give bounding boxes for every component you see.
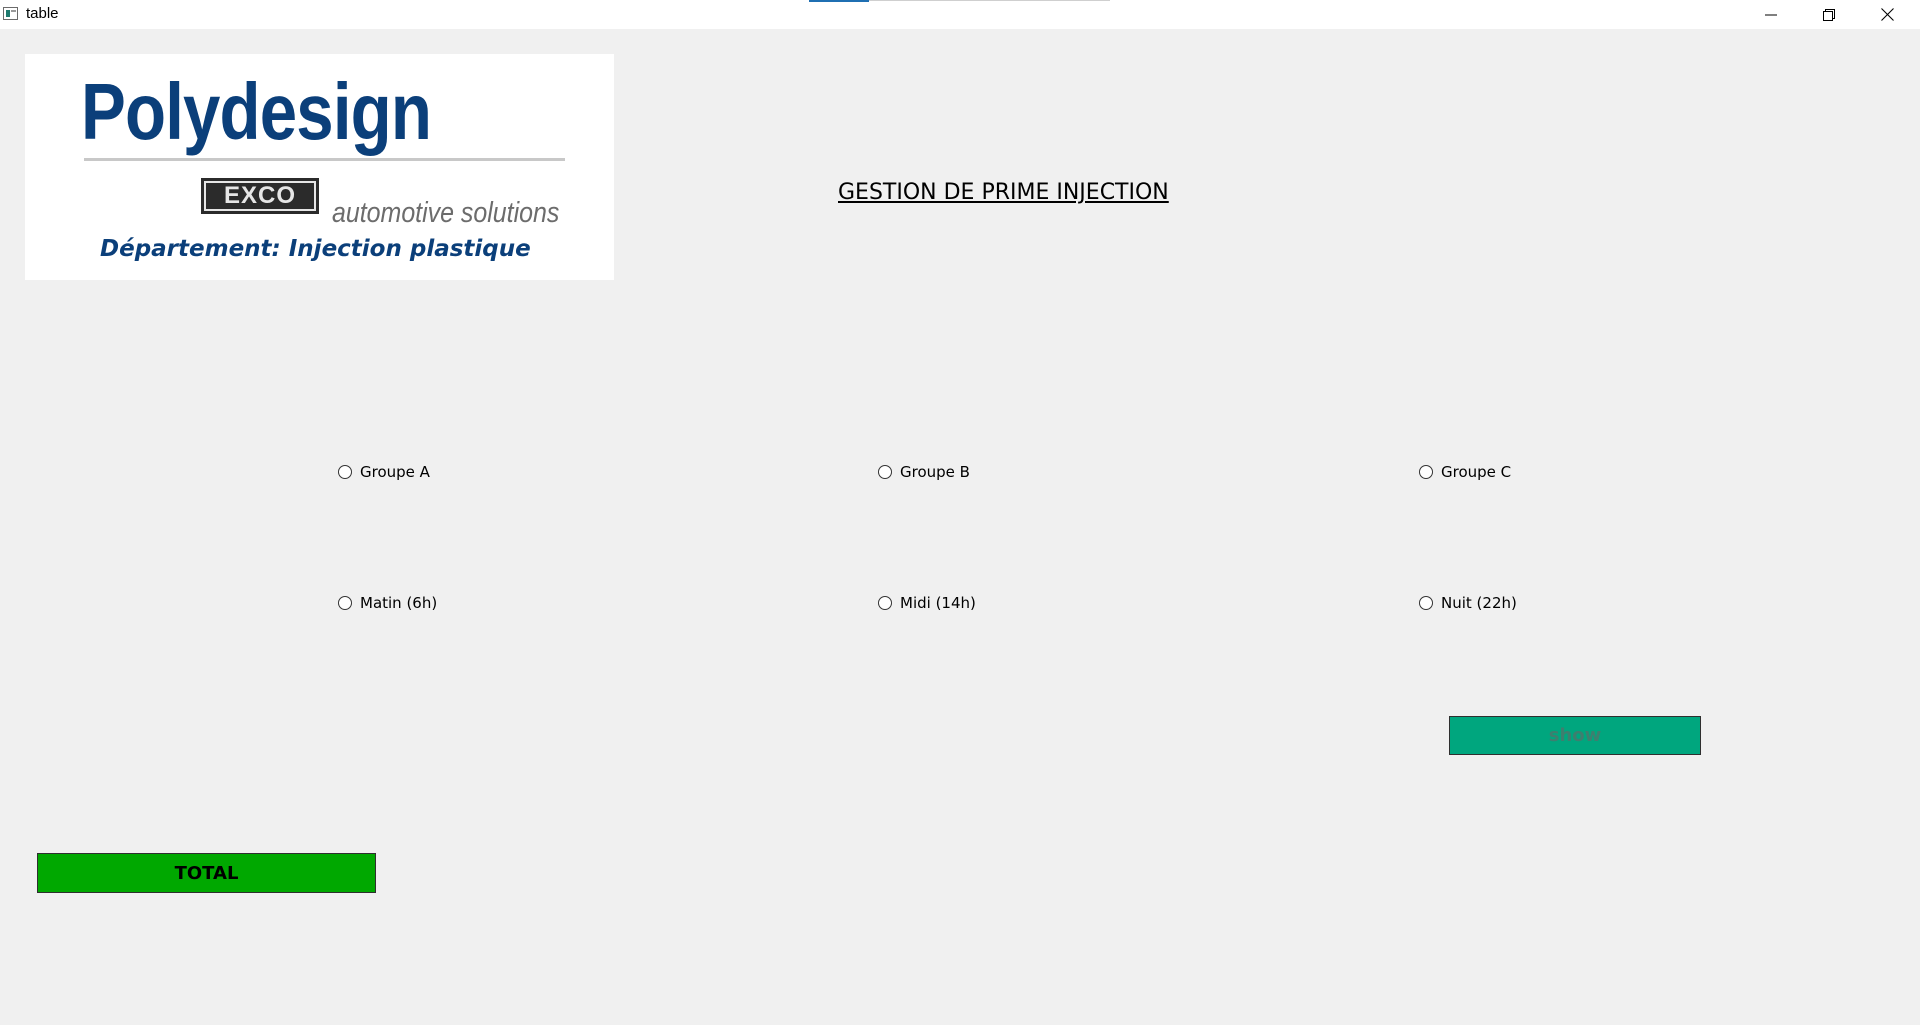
title-bar: table xyxy=(0,0,1920,29)
exco-badge: EXCO xyxy=(201,178,319,214)
close-icon xyxy=(1880,8,1894,21)
show-button[interactable]: show xyxy=(1449,716,1701,755)
radio-nuit[interactable]: Nuit (22h) xyxy=(1419,594,1517,612)
logo-tagline: automotive solutions xyxy=(332,197,560,229)
radio-label: Matin (6h) xyxy=(360,594,438,612)
radio-label: Groupe C xyxy=(1441,463,1512,481)
minimize-icon xyxy=(1765,14,1777,15)
radio-label: Groupe B xyxy=(900,463,970,481)
radio-groupe-c[interactable]: Groupe C xyxy=(1419,463,1511,481)
radio-circle[interactable] xyxy=(338,465,352,479)
title-bar-accent xyxy=(809,0,869,2)
department-label: Département: Injection plastique xyxy=(100,236,531,262)
window-title: table xyxy=(26,5,59,22)
page-title: GESTION DE PRIME INJECTION xyxy=(838,180,1169,205)
radio-midi[interactable]: Midi (14h) xyxy=(878,594,976,612)
app-icon xyxy=(3,7,18,20)
logo-divider xyxy=(84,158,565,161)
radio-matin[interactable]: Matin (6h) xyxy=(338,594,437,612)
radio-circle[interactable] xyxy=(878,596,892,610)
radio-circle[interactable] xyxy=(1419,596,1433,610)
close-button[interactable] xyxy=(1858,0,1916,29)
company-logo: Polydesign EXCO automotive solutions Dép… xyxy=(25,54,614,280)
radio-circle[interactable] xyxy=(1419,465,1433,479)
title-bar-divider xyxy=(869,0,1110,1)
minimize-button[interactable] xyxy=(1742,0,1800,29)
radio-circle[interactable] xyxy=(338,596,352,610)
logo-brand-text: Polydesign xyxy=(81,67,432,156)
radio-groupe-b[interactable]: Groupe B xyxy=(878,463,970,481)
restore-icon xyxy=(1823,8,1835,21)
total-button[interactable]: TOTAL xyxy=(37,853,376,893)
radio-label: Midi (14h) xyxy=(900,594,976,612)
radio-groupe-a[interactable]: Groupe A xyxy=(338,463,430,481)
restore-button[interactable] xyxy=(1800,0,1858,29)
exco-badge-text: EXCO xyxy=(204,181,316,211)
radio-label: Nuit (22h) xyxy=(1441,594,1517,612)
radio-label: Groupe A xyxy=(360,463,430,481)
radio-circle[interactable] xyxy=(878,465,892,479)
